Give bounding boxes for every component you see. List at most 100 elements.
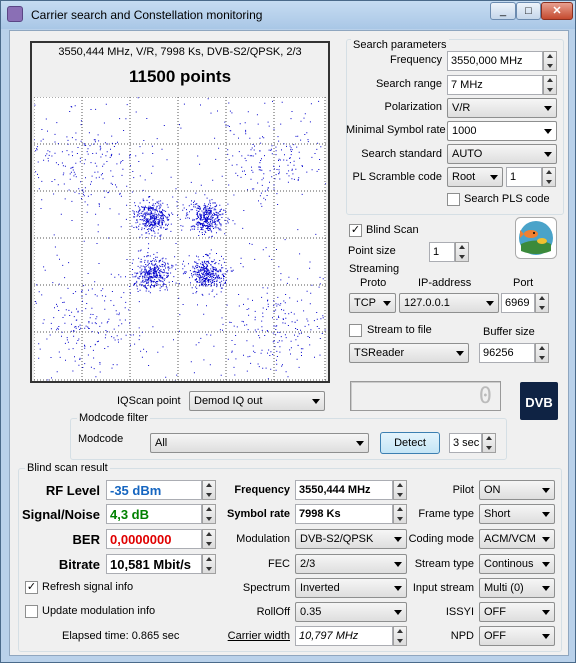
ip-address-select[interactable]: 127.0.0.1 — [399, 293, 499, 313]
close-button[interactable]: ✕ — [541, 2, 573, 20]
stream-type-value: Continous — [484, 558, 534, 570]
pls-mode-select[interactable]: Root — [447, 167, 503, 187]
buffer-size-input[interactable]: 96256 — [479, 343, 535, 363]
dvb-logo: DVB — [520, 382, 558, 420]
detect-button[interactable]: Detect — [380, 432, 440, 454]
rf-level-label: RF Level — [45, 483, 100, 498]
detect-interval-spinner[interactable] — [482, 433, 496, 453]
proto-value: TCP — [354, 297, 376, 309]
bitrate-value: 10,581 Mbit/s — [106, 554, 202, 574]
chevron-down-icon — [542, 586, 550, 591]
rf-level-value: -35 dBm — [106, 480, 202, 500]
search-range-input[interactable]: 7 MHz — [447, 75, 543, 95]
fec-select[interactable]: 2/3 — [295, 554, 407, 574]
chevron-down-icon — [544, 129, 552, 134]
ber-label: BER — [72, 532, 100, 547]
window: Carrier search and Constellation monitor… — [0, 0, 576, 663]
ip-address-value: 127.0.0.1 — [404, 297, 450, 309]
point-size-input[interactable]: 1 — [429, 242, 455, 262]
constellation-panel: 3550,444 MHz, V/R, 7998 Ks, DVB-S2/QPSK,… — [30, 41, 330, 383]
chevron-down-icon — [542, 634, 550, 639]
pls-code-spinner[interactable] — [542, 167, 556, 187]
search-range-spinner[interactable] — [543, 75, 557, 95]
iq-scan-label: IQScan point — [117, 395, 181, 407]
spectrum-select[interactable]: Inverted — [295, 578, 407, 598]
chevron-down-icon — [542, 512, 550, 517]
frequency-spinner[interactable] — [543, 51, 557, 71]
rolloff-value: 0.35 — [300, 606, 322, 618]
coding-mode-select[interactable]: ACM/VCM — [479, 529, 555, 549]
input-stream-value: Multi (0) — [484, 582, 524, 594]
detect-interval-input[interactable]: 3 sec — [449, 433, 482, 453]
stream-type-select[interactable]: Continous — [479, 554, 555, 574]
blind-scan-checkbox[interactable]: ✓ — [349, 224, 362, 237]
stream-to-file-checkbox[interactable] — [349, 324, 362, 337]
refresh-signal-checkbox[interactable]: ✓ — [25, 581, 38, 594]
chevron-down-icon — [486, 301, 494, 306]
search-standard-select[interactable]: AUTO — [447, 144, 557, 164]
iq-scan-value: Demod IQ out — [194, 395, 263, 407]
search-pls-label: Search PLS code — [464, 193, 550, 205]
polarization-select[interactable]: V/R — [447, 98, 557, 118]
chevron-down-icon — [456, 351, 464, 356]
frame-type-select[interactable]: Short — [479, 504, 555, 524]
min-symbol-rate-select[interactable]: 1000 — [447, 121, 557, 141]
symbol-rate-value: 7998 Ks — [295, 504, 393, 524]
port-input[interactable]: 6969 — [501, 293, 535, 313]
iq-scan-select[interactable]: Demod IQ out — [189, 391, 325, 411]
input-stream-select[interactable]: Multi (0) — [479, 578, 555, 598]
minimize-button[interactable]: _ — [490, 2, 516, 20]
chevron-down-icon — [544, 152, 552, 157]
pilot-label: Pilot — [452, 484, 474, 496]
pls-code-input[interactable]: 1 — [506, 167, 542, 187]
chevron-down-icon — [490, 175, 498, 180]
ber-value: 0,0000000 — [106, 529, 202, 549]
carrier-width-label[interactable]: Carrier width — [210, 630, 290, 642]
proto-label: Proto — [360, 277, 387, 289]
maximize-button[interactable]: □ — [516, 2, 541, 20]
pilot-select[interactable]: ON — [479, 480, 555, 500]
proto-select[interactable]: TCP — [349, 293, 396, 313]
fish-logo — [515, 217, 557, 259]
buffer-size-spinner[interactable] — [535, 343, 549, 363]
frequency-result-label: Frequency — [234, 484, 290, 496]
port-spinner[interactable] — [535, 293, 549, 313]
point-size-label: Point size — [348, 245, 396, 257]
search-pls-checkbox[interactable] — [447, 193, 460, 206]
polarization-label: Polarization — [384, 101, 442, 113]
frequency-input[interactable]: 3550,000 MHz — [447, 51, 543, 71]
point-size-spinner[interactable] — [455, 242, 469, 262]
rolloff-select[interactable]: 0.35 — [295, 602, 407, 622]
signal-noise-label: Signal/Noise — [21, 507, 100, 522]
search-standard-label: Search standard — [361, 148, 442, 160]
modcode-select[interactable]: All — [150, 433, 369, 453]
pl-scramble-label: PL Scramble code — [352, 171, 442, 183]
chevron-down-icon — [542, 610, 550, 615]
modulation-select[interactable]: DVB-S2/QPSK — [295, 529, 407, 549]
streaming-legend: Streaming — [349, 263, 400, 275]
counter-display: 0 — [350, 381, 501, 411]
ip-address-label: IP-address — [418, 277, 472, 289]
chevron-down-icon — [312, 399, 320, 404]
app-icon — [7, 6, 23, 22]
chevron-down-icon — [544, 106, 552, 111]
npd-select[interactable]: OFF — [479, 626, 555, 646]
constellation-info: 3550,444 MHz, V/R, 7998 Ks, DVB-S2/QPSK,… — [58, 46, 302, 58]
frequency-label: Frequency — [390, 54, 442, 66]
update-modulation-checkbox[interactable] — [25, 605, 38, 618]
rolloff-label: RollOff — [256, 606, 290, 618]
plot-background — [34, 97, 326, 381]
window-title: Carrier search and Constellation monitor… — [31, 8, 263, 22]
blind-scan-label: Blind Scan — [366, 224, 419, 236]
buffer-size-label: Buffer size — [483, 326, 535, 338]
detect-button-label: Detect — [394, 437, 426, 449]
fec-value: 2/3 — [300, 558, 316, 570]
issyi-select[interactable]: OFF — [479, 602, 555, 622]
npd-value: OFF — [484, 630, 506, 642]
symbol-rate-label: Symbol rate — [227, 508, 290, 520]
chevron-down-icon — [542, 488, 550, 493]
reader-select[interactable]: TSReader — [349, 343, 469, 363]
input-stream-label: Input stream — [412, 582, 474, 594]
refresh-signal-label: Refresh signal info — [42, 581, 134, 593]
carrier-width-value: 10,797 MHz — [295, 626, 393, 646]
